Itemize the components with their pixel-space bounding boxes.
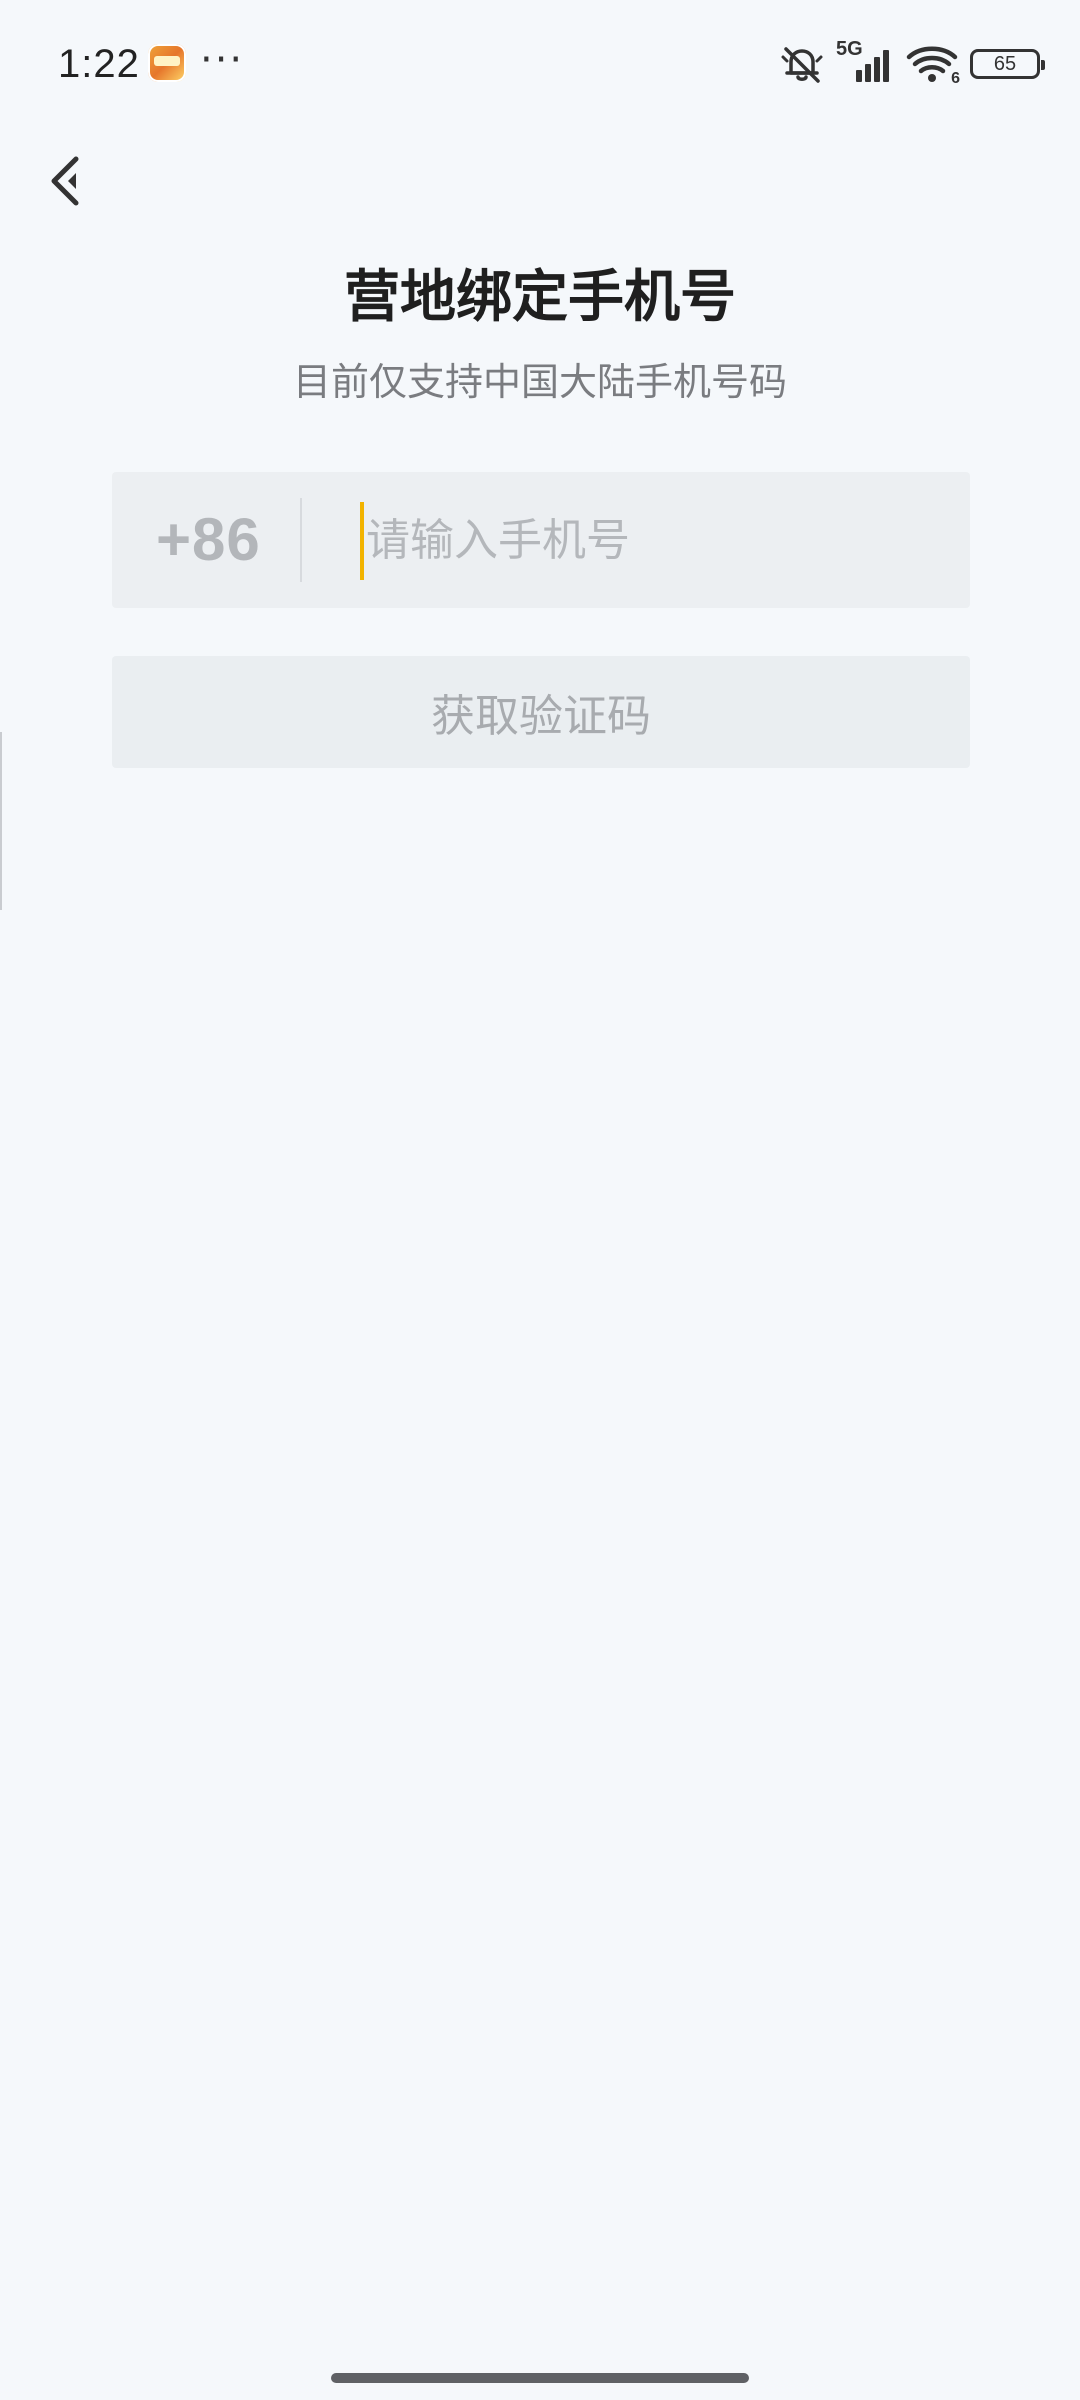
cellular-signal-icon: 5G	[836, 38, 894, 86]
status-icons: 5G 6 65	[780, 38, 1045, 88]
wifi-standard-label: 6	[951, 70, 960, 87]
page-title: 营地绑定手机号	[344, 265, 736, 330]
more-notifications-indicator: ···	[200, 37, 245, 83]
phone-input-container[interactable]: +86	[112, 472, 970, 608]
phone-number-input[interactable]	[362, 472, 942, 608]
get-verification-code-button[interactable]: 获取验证码	[112, 656, 970, 768]
home-indicator[interactable]	[331, 2373, 749, 2383]
battery-level: 65	[993, 52, 1017, 75]
page-subtitle: 目前仅支持中国大陆手机号码	[292, 360, 787, 404]
wifi-icon: 6	[906, 42, 960, 87]
country-code[interactable]: +86	[156, 472, 261, 608]
bell-off-icon	[781, 47, 823, 83]
edge-gesture-handle	[0, 732, 2, 910]
battery-icon: 65	[970, 49, 1045, 79]
app-notification-icon	[148, 44, 186, 82]
status-bar: 1:22 ··· 5G 6 65	[0, 0, 1080, 128]
back-button[interactable]	[36, 146, 96, 216]
divider	[300, 498, 302, 582]
status-time: 1:22	[58, 42, 140, 86]
chevron-left-icon	[51, 156, 79, 206]
